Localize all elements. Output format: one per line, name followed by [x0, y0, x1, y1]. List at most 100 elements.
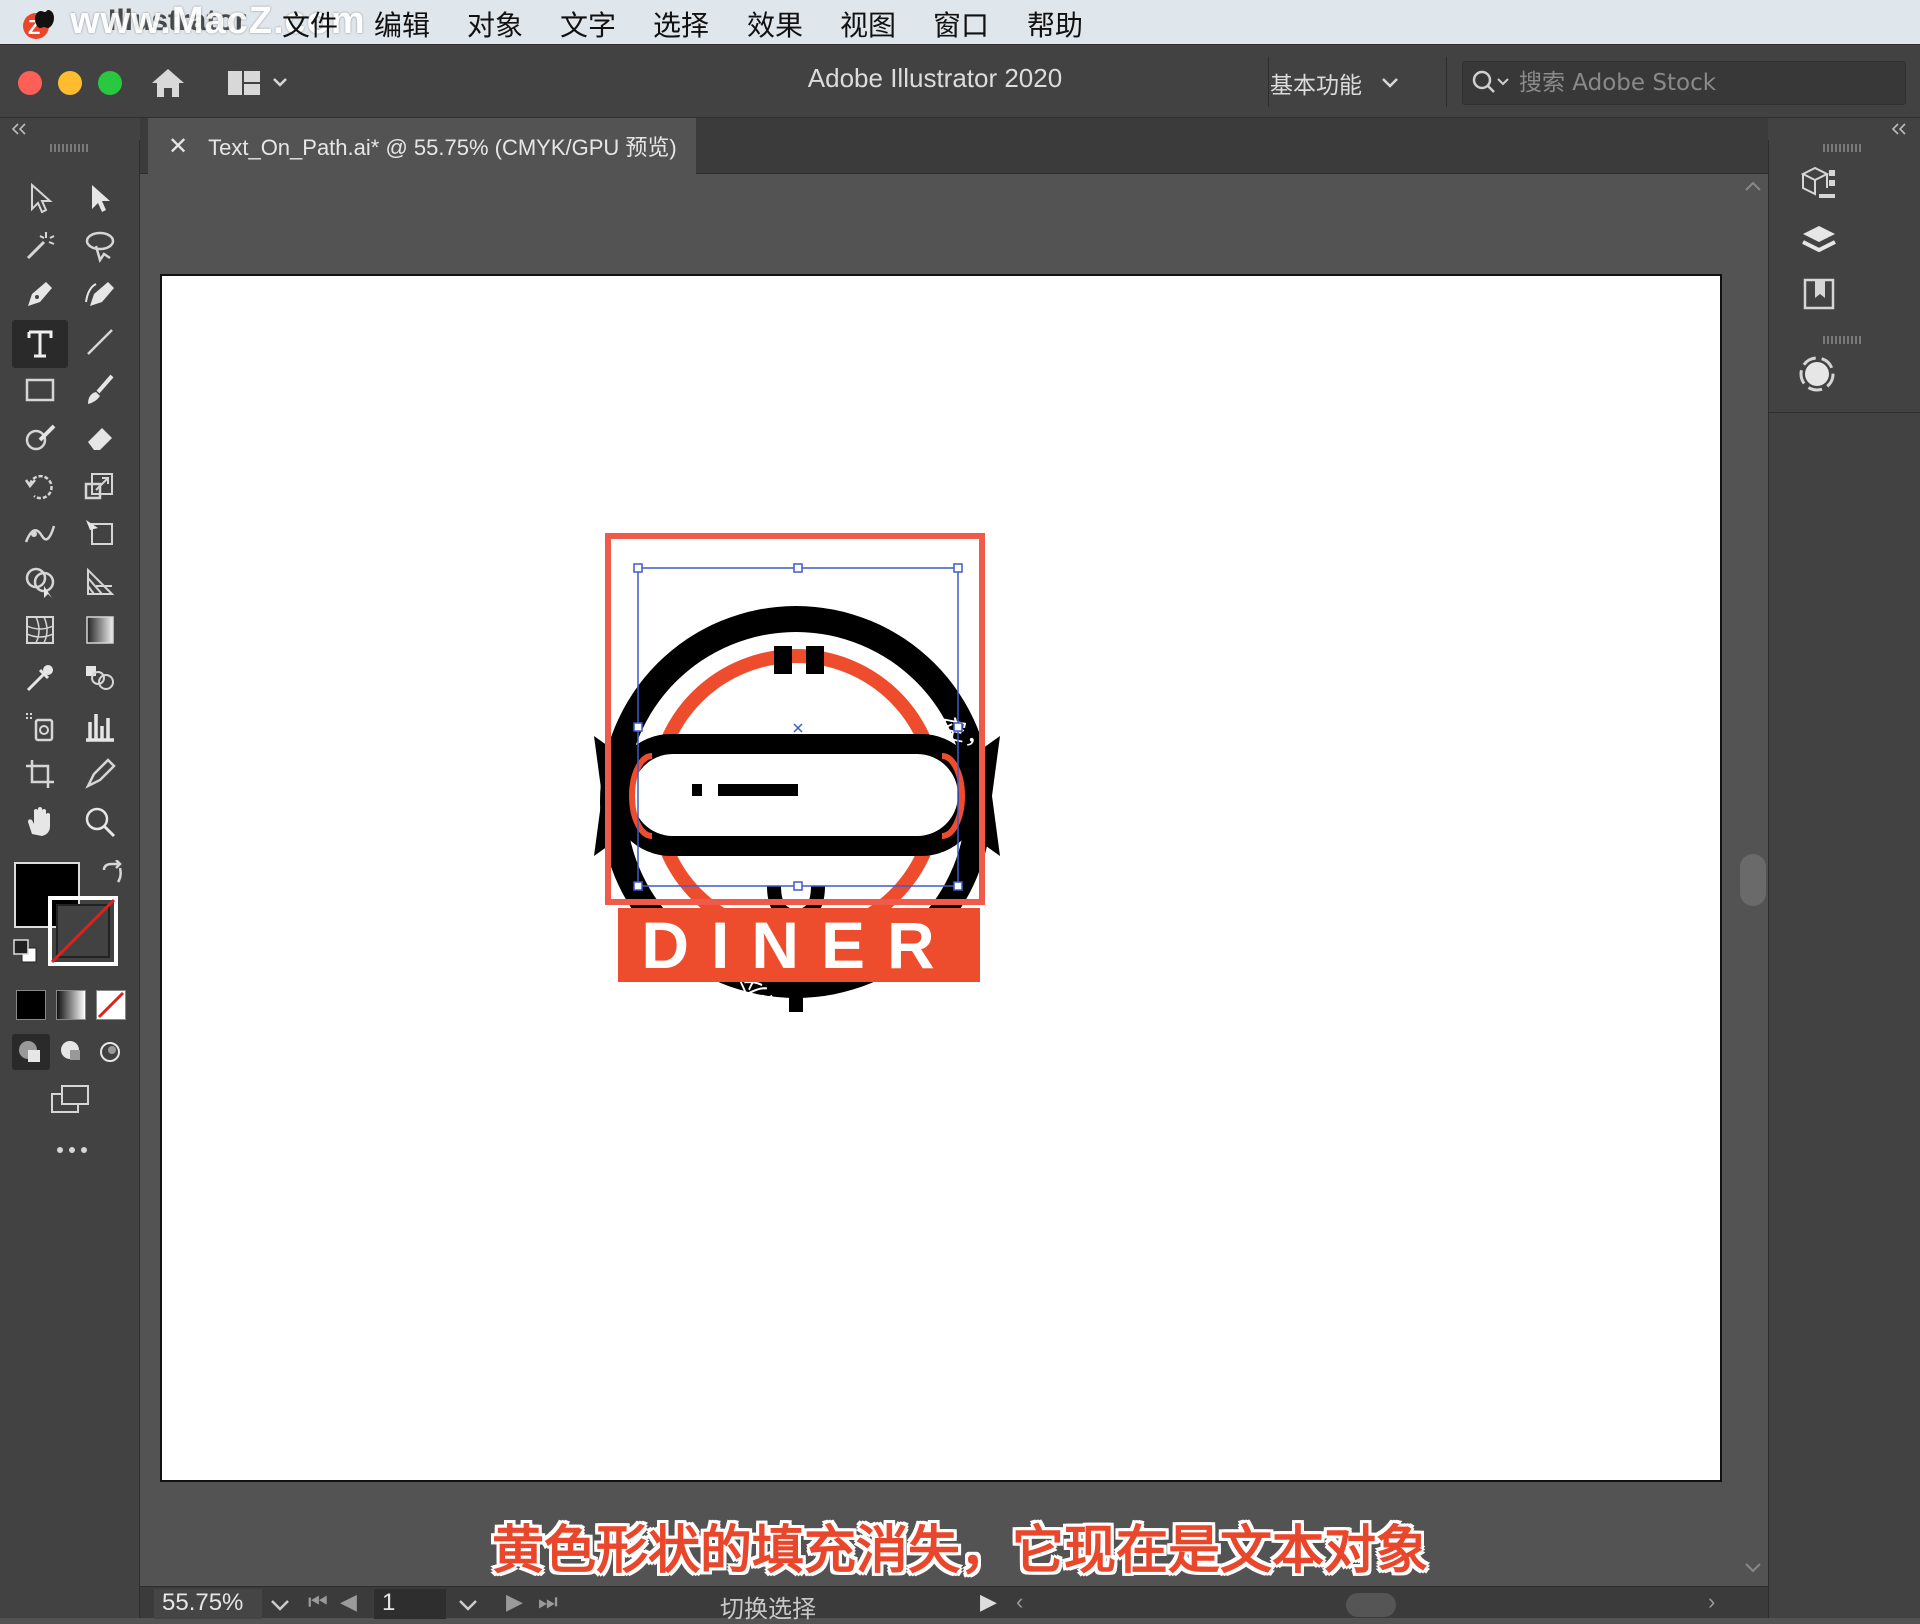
- zoom-dropdown-icon[interactable]: [268, 1595, 292, 1615]
- pen-tool[interactable]: [16, 272, 64, 316]
- status-menu-arrow-icon[interactable]: ▶: [980, 1589, 997, 1615]
- column-graph-tool[interactable]: [76, 704, 124, 748]
- zoom-window-button[interactable]: [98, 71, 122, 95]
- draw-normal-button[interactable]: [12, 1034, 50, 1070]
- layers-panel-button[interactable]: [1789, 216, 1849, 264]
- selection-arrow-icon: [31, 182, 53, 214]
- perspective-grid-tool[interactable]: [76, 560, 124, 604]
- stock-search-box[interactable]: [1462, 61, 1906, 105]
- line-tool[interactable]: [76, 320, 124, 364]
- selection-tool[interactable]: [16, 176, 64, 220]
- menu-effect[interactable]: 效果: [747, 4, 803, 44]
- paintbrush-tool[interactable]: [76, 368, 124, 412]
- mesh-tool[interactable]: [16, 608, 64, 652]
- status-text[interactable]: 切换选择: [720, 1589, 816, 1624]
- first-artboard-icon[interactable]: ⏮: [308, 1589, 328, 1615]
- perspective-grid-icon: [87, 567, 115, 595]
- artboard-number-field[interactable]: 1: [374, 1589, 446, 1619]
- eyedropper-tool[interactable]: [16, 656, 64, 700]
- close-tab-icon[interactable]: ✕: [168, 132, 188, 161]
- menu-type[interactable]: 文字: [560, 4, 616, 44]
- slice-knife-icon: [85, 758, 116, 789]
- scroll-left-icon[interactable]: ‹: [1016, 1589, 1023, 1615]
- draw-normal-icon: [19, 1041, 40, 1062]
- scroll-up-icon[interactable]: [1740, 176, 1766, 196]
- eraser-tool[interactable]: [76, 416, 124, 460]
- menu-object[interactable]: 对象: [467, 4, 523, 44]
- free-transform-tool[interactable]: [76, 512, 124, 556]
- color-guide-panel-button[interactable]: [1789, 350, 1849, 398]
- libraries-icon: [1803, 278, 1835, 310]
- collapse-right-icon[interactable]: [1890, 122, 1910, 136]
- workspace-switcher[interactable]: 基本功能: [1270, 65, 1400, 101]
- menu-select[interactable]: 选择: [653, 4, 709, 44]
- collapse-left-icon[interactable]: [10, 122, 30, 136]
- scale-tool[interactable]: [76, 464, 124, 508]
- search-input[interactable]: [1519, 70, 1899, 96]
- width-icon: [24, 525, 56, 543]
- pen-icon: [28, 282, 52, 306]
- previous-artboard-icon[interactable]: ◀: [340, 1589, 357, 1615]
- minimize-window-button[interactable]: [58, 71, 82, 95]
- direct-selection-tool[interactable]: [76, 176, 124, 220]
- magic-wand-tool[interactable]: [16, 224, 64, 268]
- artboard-tool[interactable]: [16, 752, 64, 796]
- last-artboard-icon[interactable]: ⏭: [538, 1589, 558, 1615]
- status-bar: 55.75% ⏮ ◀ 1 ▶ ⏭ 切换选择 ▶ ‹ ›: [140, 1586, 1768, 1623]
- scroll-right-icon[interactable]: ›: [1708, 1589, 1715, 1615]
- artboard[interactable]: 是非成败转头空，青山依旧在，几度夕阳红。白发渔樵江渚上，惯看秋月春风。一壶浊酒喜…: [149, 253, 1722, 1482]
- next-artboard-icon[interactable]: ▶: [506, 1589, 523, 1615]
- hand-tool[interactable]: [16, 800, 64, 844]
- rotate-tool[interactable]: [16, 464, 64, 508]
- shape-builder-tool[interactable]: [16, 560, 64, 604]
- slice-tool[interactable]: [76, 752, 124, 796]
- rectangle-tool[interactable]: [16, 368, 64, 412]
- menu-view[interactable]: 视图: [840, 4, 896, 44]
- properties-panel-button[interactable]: [1789, 160, 1849, 208]
- type-tool[interactable]: [12, 320, 68, 368]
- line-segment-icon: [87, 329, 113, 355]
- menu-file[interactable]: 文件: [282, 4, 338, 44]
- shaper-tool[interactable]: [16, 416, 64, 460]
- default-fill-stroke-icon[interactable]: [12, 938, 38, 964]
- toolbar-collapse-bar[interactable]: [0, 118, 140, 142]
- gradient-mode-button[interactable]: [56, 990, 86, 1020]
- curvature-tool[interactable]: [76, 272, 124, 316]
- scale-icon: [84, 473, 113, 500]
- change-screen-mode-icon[interactable]: [48, 1082, 94, 1118]
- zoom-level-field[interactable]: 55.75%: [154, 1589, 262, 1619]
- apple-logo-icon[interactable]: Z: [22, 4, 58, 40]
- arrange-documents-icon[interactable]: [226, 67, 290, 99]
- lasso-tool[interactable]: [76, 224, 124, 268]
- close-window-button[interactable]: [18, 71, 42, 95]
- zoom-tool[interactable]: [76, 800, 124, 844]
- horizontal-scroll-thumb[interactable]: [1346, 1593, 1396, 1617]
- hand-icon: [28, 807, 50, 836]
- symbol-sprayer-tool[interactable]: [16, 704, 64, 748]
- gradient-tool[interactable]: [76, 608, 124, 652]
- mesh-icon: [26, 616, 54, 644]
- workspace-label: 基本功能: [1270, 73, 1362, 99]
- menu-window[interactable]: 窗口: [933, 4, 989, 44]
- artboard-dropdown-icon[interactable]: [456, 1595, 480, 1615]
- color-mode-button[interactable]: [16, 990, 46, 1020]
- document-tab[interactable]: ✕ Text_On_Path.ai* @ 55.75% (CMYK/GPU 预览…: [148, 118, 696, 174]
- rectangle-icon: [25, 378, 55, 402]
- swap-fill-stroke-icon[interactable]: [98, 860, 126, 888]
- blend-tool[interactable]: [76, 656, 124, 700]
- right-panel-collapse-bar[interactable]: [1768, 118, 1920, 142]
- artwork[interactable]: 是非成败转头空，青山依旧在，几度夕阳红。白发渔樵江渚上，惯看秋月春风。一壶浊酒喜…: [149, 253, 1720, 1480]
- draw-behind-button[interactable]: [52, 1034, 90, 1070]
- libraries-panel-button[interactable]: [1789, 270, 1849, 318]
- vertical-scroll-thumb[interactable]: [1740, 854, 1766, 906]
- home-icon[interactable]: [148, 63, 188, 103]
- menu-help[interactable]: 帮助: [1027, 4, 1083, 44]
- draw-inside-button[interactable]: [92, 1034, 130, 1070]
- width-tool[interactable]: [16, 512, 64, 556]
- none-mode-button[interactable]: [96, 990, 126, 1020]
- diner-text[interactable]: DINER: [641, 908, 956, 982]
- menu-edit[interactable]: 编辑: [374, 4, 430, 44]
- stroke-swatch[interactable]: [48, 896, 118, 966]
- vertical-scrollbar[interactable]: [1736, 174, 1768, 1586]
- more-tools-icon[interactable]: [52, 1140, 92, 1160]
